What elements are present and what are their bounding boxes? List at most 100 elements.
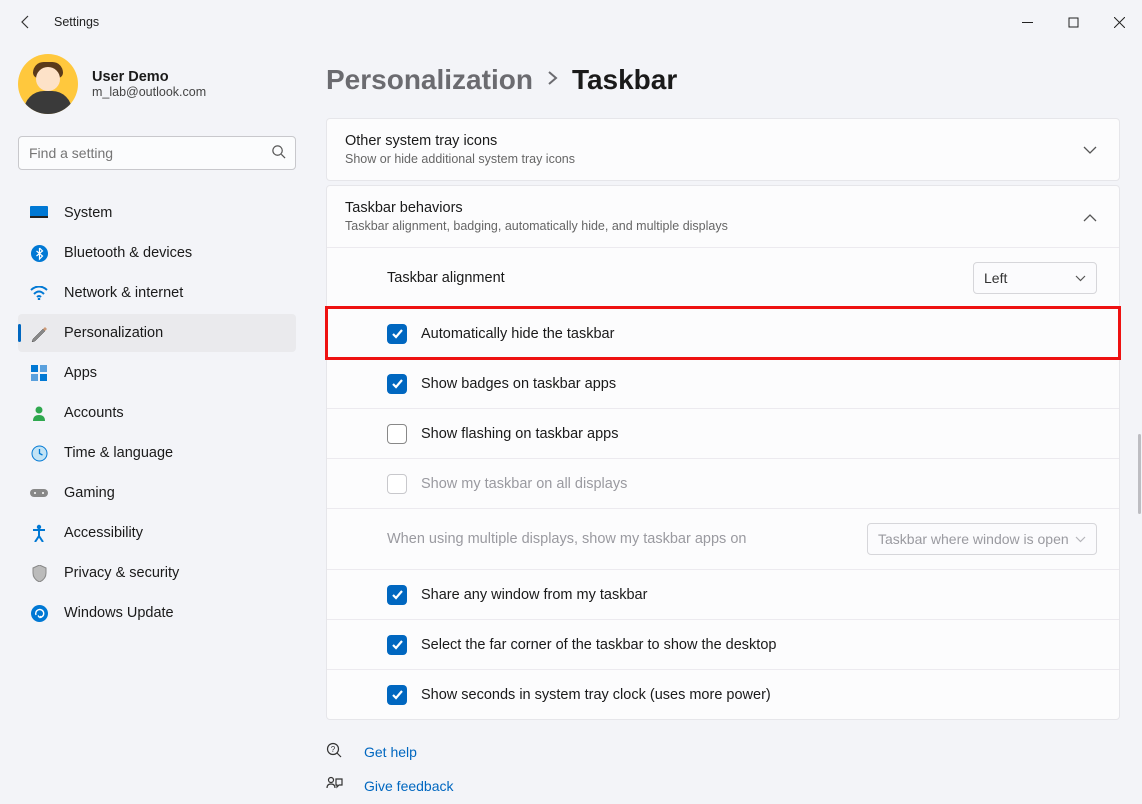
nav-label: System (64, 205, 112, 221)
user-name: User Demo (92, 69, 206, 85)
row-label: Share any window from my taskbar (421, 587, 647, 603)
nav-item-time[interactable]: Time & language (18, 434, 296, 472)
system-icon (30, 204, 48, 222)
search-input[interactable] (18, 136, 296, 170)
row-label: Show seconds in system tray clock (uses … (421, 687, 771, 703)
row-badges[interactable]: Show badges on taskbar apps (327, 358, 1119, 408)
svg-text:?: ? (331, 745, 336, 754)
get-help-link[interactable]: ? Get help (326, 742, 1120, 762)
row-all-displays: Show my taskbar on all displays (327, 458, 1119, 508)
nav-item-network[interactable]: Network & internet (18, 274, 296, 312)
checkbox-flashing[interactable] (387, 424, 407, 444)
link-label: Get help (364, 744, 417, 760)
nav: System Bluetooth & devices Network & int… (18, 194, 296, 632)
nav-item-privacy[interactable]: Privacy & security (18, 554, 296, 592)
update-icon (30, 604, 48, 622)
search-box (18, 136, 296, 170)
gaming-icon (30, 484, 48, 502)
card-title: Other system tray icons (345, 133, 575, 149)
privacy-icon (30, 564, 48, 582)
select-value: Left (984, 270, 1007, 286)
nav-item-system[interactable]: System (18, 194, 296, 232)
card-subtitle: Taskbar alignment, badging, automaticall… (345, 219, 728, 233)
nav-item-personalization[interactable]: Personalization (18, 314, 296, 352)
minimize-button[interactable] (1004, 6, 1050, 38)
breadcrumb-current: Taskbar (572, 64, 677, 96)
nav-label: Privacy & security (64, 565, 179, 581)
chevron-right-icon (547, 69, 558, 92)
search-icon (271, 144, 286, 162)
row-flashing[interactable]: Show flashing on taskbar apps (327, 408, 1119, 458)
nav-label: Windows Update (64, 605, 174, 621)
row-label: Select the far corner of the taskbar to … (421, 637, 776, 653)
window-controls (1004, 6, 1142, 38)
sidebar: User Demo m_lab@outlook.com System Blu (0, 44, 308, 804)
nav-label: Apps (64, 365, 97, 381)
chevron-up-icon (1083, 209, 1097, 225)
checkbox-seconds[interactable] (387, 685, 407, 705)
multi-select: Taskbar where window is open (867, 523, 1097, 555)
feedback-link[interactable]: Give feedback (326, 776, 1120, 796)
back-button[interactable] (10, 6, 42, 38)
accessibility-icon (30, 524, 48, 542)
checkbox-share[interactable] (387, 585, 407, 605)
nav-label: Time & language (64, 445, 173, 461)
titlebar: Settings (0, 0, 1142, 44)
app-title: Settings (54, 15, 99, 29)
card-title: Taskbar behaviors (345, 200, 728, 216)
maximize-button[interactable] (1050, 6, 1096, 38)
chevron-down-icon (1075, 536, 1086, 543)
nav-label: Accessibility (64, 525, 143, 541)
card-subtitle: Show or hide additional system tray icon… (345, 152, 575, 166)
row-multi-displays: When using multiple displays, show my ta… (327, 508, 1119, 569)
alignment-label: Taskbar alignment (387, 270, 505, 286)
nav-item-bluetooth[interactable]: Bluetooth & devices (18, 234, 296, 272)
nav-label: Personalization (64, 325, 163, 341)
row-share-window[interactable]: Share any window from my taskbar (327, 569, 1119, 619)
accounts-icon (30, 404, 48, 422)
row-show-seconds[interactable]: Show seconds in system tray clock (uses … (327, 669, 1119, 719)
nav-item-accessibility[interactable]: Accessibility (18, 514, 296, 552)
nav-item-gaming[interactable]: Gaming (18, 474, 296, 512)
checkbox-badges[interactable] (387, 374, 407, 394)
main-content: Personalization Taskbar Other system tra… (308, 44, 1142, 804)
alignment-select[interactable]: Left (973, 262, 1097, 294)
nav-label: Gaming (64, 485, 115, 501)
row-label: Show my taskbar on all displays (421, 476, 627, 492)
chevron-down-icon (1075, 275, 1086, 282)
user-email: m_lab@outlook.com (92, 85, 206, 99)
row-alignment: Taskbar alignment Left (327, 247, 1119, 308)
personalization-icon (30, 324, 48, 342)
card-header-tray[interactable]: Other system tray icons Show or hide add… (327, 119, 1119, 180)
row-auto-hide[interactable]: Automatically hide the taskbar (327, 308, 1119, 358)
card-behaviors: Taskbar behaviors Taskbar alignment, bad… (326, 185, 1120, 720)
nav-item-apps[interactable]: Apps (18, 354, 296, 392)
chevron-down-icon (1083, 142, 1097, 158)
nav-label: Network & internet (64, 285, 183, 301)
apps-icon (30, 364, 48, 382)
scrollbar[interactable] (1138, 434, 1141, 514)
multi-label: When using multiple displays, show my ta… (387, 531, 746, 547)
breadcrumb-parent[interactable]: Personalization (326, 64, 533, 96)
network-icon (30, 284, 48, 302)
bluetooth-icon (30, 244, 48, 262)
nav-item-accounts[interactable]: Accounts (18, 394, 296, 432)
select-value: Taskbar where window is open (878, 531, 1069, 547)
row-label: Show flashing on taskbar apps (421, 426, 619, 442)
breadcrumb: Personalization Taskbar (326, 64, 1120, 96)
row-label: Show badges on taskbar apps (421, 376, 616, 392)
nav-item-update[interactable]: Windows Update (18, 594, 296, 632)
user-profile[interactable]: User Demo m_lab@outlook.com (18, 54, 296, 114)
help-links: ? Get help Give feedback (326, 724, 1120, 804)
feedback-icon (326, 776, 344, 796)
card-tray-icons: Other system tray icons Show or hide add… (326, 118, 1120, 181)
checkbox-far-corner[interactable] (387, 635, 407, 655)
row-far-corner[interactable]: Select the far corner of the taskbar to … (327, 619, 1119, 669)
nav-label: Bluetooth & devices (64, 245, 192, 261)
checkbox-auto-hide[interactable] (387, 324, 407, 344)
card-header-behaviors[interactable]: Taskbar behaviors Taskbar alignment, bad… (327, 186, 1119, 247)
row-label: Automatically hide the taskbar (421, 326, 614, 342)
close-button[interactable] (1096, 6, 1142, 38)
link-label: Give feedback (364, 778, 454, 794)
help-icon: ? (326, 742, 344, 762)
